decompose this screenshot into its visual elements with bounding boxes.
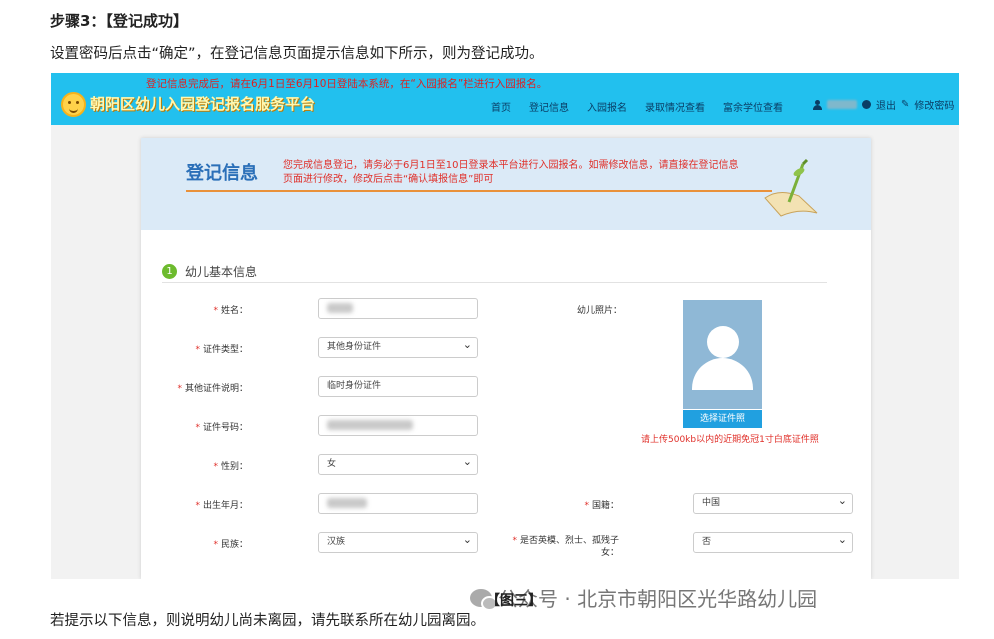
- nav-admission-results[interactable]: 录取情况查看: [645, 99, 705, 114]
- gender-select[interactable]: 女: [318, 452, 478, 475]
- photo-label: 幼儿照片：: [576, 306, 622, 316]
- card-message: 您完成信息登记，请务必于6月1日至10日登录本平台进行入园报名。如需修改信息，请…: [283, 160, 739, 185]
- birth-field[interactable]: [318, 493, 478, 514]
- martyr-select[interactable]: 否: [693, 530, 853, 553]
- registration-card: 登记信息 您完成信息登记，请务必于6月1日至10日登录本平台进行入园报名。如需修…: [141, 138, 871, 579]
- name-field[interactable]: [318, 298, 478, 319]
- ethnicity-select[interactable]: 汉族: [318, 530, 478, 553]
- choose-photo-button[interactable]: 选择证件照: [683, 410, 762, 428]
- photo-placeholder: [683, 300, 762, 409]
- nav-registration-info[interactable]: 登记信息: [529, 99, 569, 114]
- id-number-field[interactable]: [318, 415, 478, 436]
- intro-paragraph: 设置密码后点击“确定”，在登记信息页面提示信息如下所示，则为登记成功。: [50, 46, 544, 62]
- id-number-label: * 证件号码：: [195, 423, 248, 433]
- section-number-badge: 1: [162, 264, 177, 279]
- martyr-label: * 是否英模、烈士、孤残子 女：: [512, 536, 619, 558]
- user-name-redacted: [827, 100, 857, 109]
- pencil-icon: ✎: [901, 99, 910, 110]
- nav-enrollment[interactable]: 入园报名: [587, 99, 627, 114]
- ethnicity-label: * 民族：: [213, 540, 248, 550]
- nation-select[interactable]: 中国: [693, 491, 853, 514]
- card-header: 登记信息 您完成信息登记，请务必于6月1日至10日登录本平台进行入园报名。如需修…: [141, 138, 871, 230]
- section-divider: [162, 282, 827, 283]
- change-password-link[interactable]: 修改密码: [914, 97, 954, 112]
- registration-notice: 登记信息完成后，请在6月1日至6月10日登陆本系统，在“入园报名”栏进行入园报名…: [146, 78, 548, 90]
- gender-label: * 性别：: [213, 462, 248, 472]
- user-icon: [813, 99, 822, 110]
- avatar-body-icon: [692, 358, 753, 390]
- main-nav: 首页 登记信息 入园报名 录取情况查看 富余学位查看: [491, 99, 783, 114]
- nav-spare-seats[interactable]: 富余学位查看: [723, 99, 783, 114]
- user-box: 退出 ✎ 修改密码: [813, 97, 954, 112]
- figure-caption: 【图三】: [486, 593, 542, 609]
- scroll-illustration-icon: [764, 158, 818, 217]
- step-heading: 步骤3：【登记成功】: [50, 12, 188, 30]
- site-title: 朝阳区幼儿入园登记报名服务平台: [90, 95, 316, 113]
- site-header: 登记信息完成后，请在6月1日至6月10日登陆本系统，在“入园报名”栏进行入园报名…: [51, 73, 959, 125]
- other-id-field[interactable]: 临时身份证件: [318, 376, 478, 397]
- id-type-label: * 证件类型：: [195, 345, 248, 355]
- nav-home[interactable]: 首页: [491, 99, 511, 114]
- logout-icon: [862, 100, 871, 109]
- avatar-head-icon: [707, 326, 739, 358]
- section-title: 1 幼儿基本信息: [162, 263, 257, 280]
- bottom-paragraph: 若提示以下信息，则说明幼儿尚未离园，请先联系所在幼儿园离园。: [50, 613, 485, 629]
- name-label: * 姓名：: [213, 306, 248, 316]
- logout-link[interactable]: 退出: [876, 97, 896, 112]
- id-type-select[interactable]: 其他身份证件: [318, 335, 478, 358]
- other-id-label: * 其他证件说明：: [177, 384, 248, 394]
- sun-logo-icon: [61, 92, 86, 117]
- birth-label: * 出生年月：: [195, 501, 248, 511]
- header-divider: [186, 190, 772, 192]
- screenshot-frame: 登记信息完成后，请在6月1日至6月10日登陆本系统，在“入园报名”栏进行入园报名…: [51, 73, 959, 579]
- card-title: 登记信息: [186, 163, 258, 184]
- section-title-text: 幼儿基本信息: [185, 265, 258, 279]
- nation-label: * 国籍：: [584, 501, 619, 511]
- photo-hint: 请上传500kb以内的近期免冠1寸白底证件照: [641, 435, 819, 445]
